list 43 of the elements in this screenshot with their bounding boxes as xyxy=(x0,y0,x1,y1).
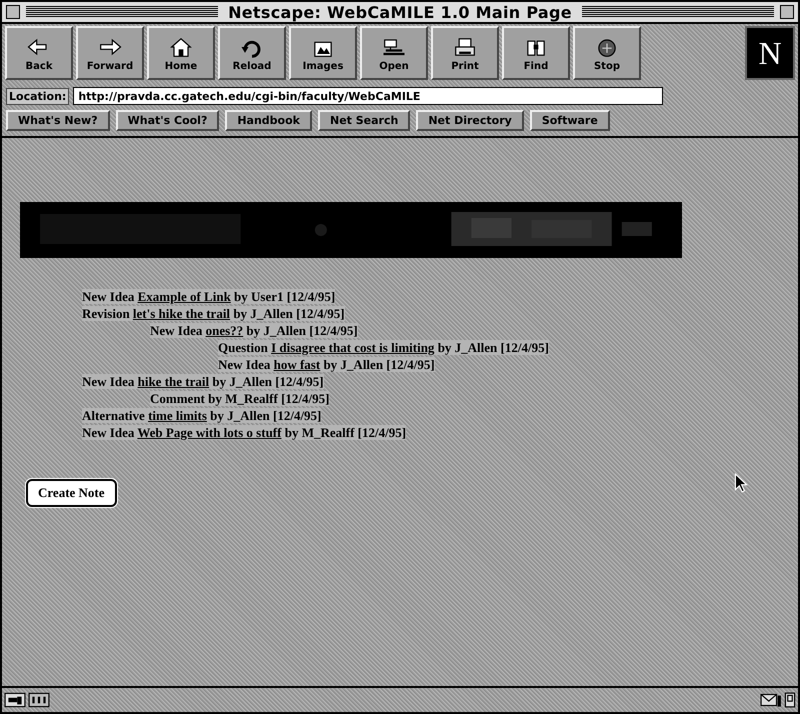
directory-button[interactable]: Software xyxy=(530,110,610,131)
note-entry: New Idea ones?? by J_Allen [12/4/95] xyxy=(150,323,358,338)
note-link[interactable]: I disagree that cost is limiting xyxy=(271,340,434,355)
note-entry: New Idea hike the trail by J_Allen [12/4/95] xyxy=(82,374,324,389)
mail-icon xyxy=(760,692,782,708)
directory-button[interactable]: What's New? xyxy=(6,110,110,131)
toolbar-button[interactable]: Images xyxy=(289,26,357,80)
note-link[interactable]: Example of Link xyxy=(138,289,231,304)
zoom-box[interactable] xyxy=(780,5,794,19)
window-title: Netscape: WebCaMILE 1.0 Main Page xyxy=(227,2,573,22)
netscape-logo: N xyxy=(745,26,795,80)
toolbar-button[interactable]: Print xyxy=(431,26,499,80)
note-entry: New Idea how fast by J_Allen [12/4/95] xyxy=(218,357,435,372)
create-note-button[interactable]: Create Note xyxy=(26,479,117,507)
toolbar-button[interactable]: Stop xyxy=(573,26,641,80)
location-label: Location: xyxy=(6,88,70,104)
progress-icon xyxy=(28,692,50,708)
note-entry: Alternative time limits by J_Allen [12/4/95] xyxy=(82,408,322,423)
note-link[interactable]: let's hike the trail xyxy=(132,306,230,321)
note-link[interactable]: time limits xyxy=(148,408,207,423)
note-entry: Revision let's hike the trail by J_Allen [12/4/95] xyxy=(82,306,345,321)
note-link[interactable]: hike the trail xyxy=(138,374,210,389)
directory-button[interactable]: Handbook xyxy=(225,110,312,131)
note-link[interactable]: how fast xyxy=(274,357,320,372)
note-entry: New Idea Web Page with lots o stuff by M_Realff [12/4/95] xyxy=(82,425,406,440)
directory-button[interactable]: What's Cool? xyxy=(116,110,220,131)
toolbar-button[interactable]: Reload xyxy=(218,26,286,80)
mouse-pointer-icon xyxy=(734,473,748,493)
note-entry: Comment by M_Realff [12/4/95] xyxy=(150,391,330,406)
directory-button[interactable]: Net Search xyxy=(318,110,410,131)
toolbar-button[interactable]: Open xyxy=(360,26,428,80)
close-box[interactable] xyxy=(6,5,20,19)
note-link[interactable]: ones?? xyxy=(206,323,244,338)
resize-handle-icon[interactable] xyxy=(784,692,796,708)
note-entry: New Idea Example of Link by User1 [12/4/95] xyxy=(82,289,336,304)
toolbar-button[interactable]: Back xyxy=(5,26,73,80)
directory-button[interactable]: Net Directory xyxy=(416,110,524,131)
note-link[interactable]: Web Page with lots o stuff xyxy=(137,425,282,440)
toolbar-button[interactable]: Home xyxy=(147,26,215,80)
note-entry: Question I disagree that cost is limiting by J_Allen [12/4/95] xyxy=(218,340,549,355)
toolbar-button[interactable]: Find xyxy=(502,26,570,80)
location-field[interactable]: http://pravda.cc.gatech.edu/cgi-bin/faculty/WebCaMILE xyxy=(73,87,664,105)
toolbar-button[interactable]: Forward xyxy=(76,26,144,80)
